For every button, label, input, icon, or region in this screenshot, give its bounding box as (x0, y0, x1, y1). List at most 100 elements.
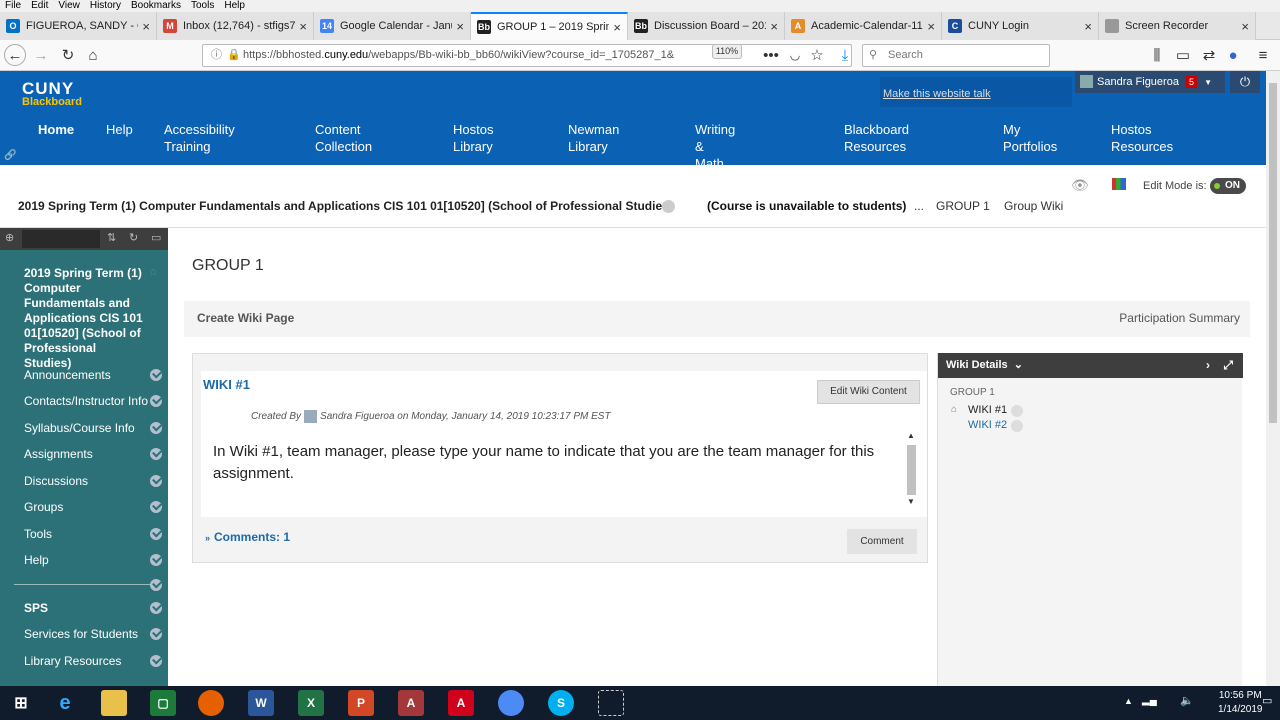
menu-history[interactable]: History (90, 0, 121, 12)
student-preview-icon[interactable]: 👁 (1071, 177, 1089, 194)
close-icon[interactable]: × (927, 19, 935, 34)
books-icon[interactable] (1112, 178, 1126, 190)
reload-button[interactable]: ↻ (57, 44, 79, 66)
breadcrumb-ellipsis[interactable]: ... (914, 199, 924, 213)
nav-hostos-resources[interactable]: Hostos Resources (1111, 121, 1173, 155)
hamburger-menu-icon[interactable]: ≡ (1252, 44, 1274, 66)
scroll-up-icon[interactable]: ▲ (907, 431, 915, 440)
breadcrumb-course[interactable]: 2019 Spring Term (1) Computer Fundamenta… (18, 199, 673, 213)
store-icon[interactable]: ▢ (150, 690, 176, 716)
close-icon[interactable]: × (456, 19, 464, 34)
search-input[interactable]: ⚲ Search (862, 44, 1050, 67)
forward-button[interactable]: → (30, 44, 52, 66)
scroll-thumb[interactable] (1269, 83, 1277, 423)
close-icon[interactable]: × (1084, 19, 1092, 34)
refresh-icon[interactable]: ↻ (129, 231, 138, 244)
chevron-down-icon[interactable] (150, 395, 162, 407)
close-icon[interactable]: × (299, 19, 307, 34)
firefox-icon[interactable] (198, 690, 224, 716)
edit-mode-toggle[interactable]: ON (1210, 178, 1246, 194)
chrome-icon[interactable] (498, 690, 524, 716)
word-icon[interactable]: W (248, 690, 274, 716)
sidebar-item-assignments[interactable]: Assignments (24, 447, 93, 461)
chevron-down-icon[interactable] (150, 448, 162, 460)
extension-icon[interactable]: ● (1222, 44, 1244, 66)
course-menu-title[interactable]: 2019 Spring Term (1) Computer Fundamenta… (24, 266, 146, 371)
logout-icon[interactable]: ⏻ (1230, 71, 1260, 93)
close-icon[interactable]: × (142, 19, 150, 34)
download-icon[interactable]: ⤓ (834, 44, 856, 66)
chevron-down-icon[interactable] (150, 554, 162, 566)
chevron-down-icon[interactable] (150, 655, 162, 667)
sidebar-item-announcements[interactable]: Announcements (24, 368, 111, 382)
chevron-down-icon[interactable] (1011, 405, 1023, 417)
chevron-down-icon[interactable] (150, 528, 162, 540)
sort-icon[interactable]: ⇅ (107, 231, 116, 244)
speaker-icon[interactable]: 🔈 (1180, 694, 1194, 707)
link-icon[interactable]: 🔗 (4, 150, 16, 161)
back-button[interactable]: ← (4, 44, 26, 66)
breadcrumb-group[interactable]: GROUP 1 (936, 199, 990, 213)
chevron-down-icon[interactable] (150, 369, 162, 381)
participation-summary-link[interactable]: Participation Summary (1119, 311, 1240, 325)
chevron-down-icon[interactable] (150, 422, 162, 434)
chevron-down-icon[interactable] (1011, 420, 1023, 432)
close-icon[interactable]: × (1241, 19, 1249, 34)
course-menu-search[interactable] (22, 230, 100, 248)
chevron-down-icon[interactable] (662, 200, 675, 213)
url-bar[interactable]: ⓘ 🔒 https://bbhosted.cuny.edu/webapps/Bb… (202, 44, 852, 67)
home-icon[interactable]: ⌂ (150, 266, 157, 278)
nav-my-portfolios[interactable]: My Portfolios (1003, 121, 1057, 155)
divider-menu-icon[interactable] (150, 579, 162, 591)
edit-wiki-content-button[interactable]: Edit Wiki Content (817, 380, 920, 404)
nav-home[interactable]: Home (38, 121, 74, 138)
close-icon[interactable]: × (770, 19, 778, 34)
wiki-scrollbar[interactable]: ▲ ▼ (905, 431, 917, 507)
menu-tools[interactable]: Tools (191, 0, 214, 12)
sidebar-item-groups[interactable]: Groups (24, 500, 63, 514)
chevron-down-icon[interactable] (150, 602, 162, 614)
expand-icon[interactable]: ⤢ (1223, 358, 1233, 372)
powerpoint-icon[interactable]: P (348, 690, 374, 716)
pocket-icon[interactable]: ◡ (784, 44, 806, 66)
sidebar-item-tools[interactable]: Tools (24, 527, 52, 541)
windows-start-icon[interactable]: ⊞ (8, 690, 34, 716)
network-icon[interactable]: ▂▄ (1142, 695, 1157, 706)
tray-chevron-icon[interactable]: ▲ (1124, 696, 1133, 706)
zoom-indicator[interactable]: 110% (712, 44, 742, 59)
sidebar-item-library-resources[interactable]: Library Resources (24, 654, 121, 668)
sidebar-item-help[interactable]: Help (24, 553, 49, 567)
sidebar-item-services-for-students[interactable]: Services for Students (24, 627, 138, 641)
wiki-details-header[interactable]: Wiki Details ⌄ › ⤢ (938, 353, 1243, 378)
scroll-down-icon[interactable]: ▼ (907, 497, 915, 506)
browser-tab[interactable]: Bb Discussion Board – 2019 S × (628, 12, 785, 40)
excel-icon[interactable]: X (298, 690, 324, 716)
home-button[interactable]: ⌂ (82, 44, 104, 66)
sidebar-item-syllabus-course-info[interactable]: Syllabus/Course Info (24, 421, 135, 435)
collapse-icon[interactable]: › (1206, 358, 1210, 372)
page-scrollbar[interactable] (1266, 71, 1280, 686)
chevron-down-icon[interactable] (150, 501, 162, 513)
browser-tab[interactable]: Bb GROUP 1 – 2019 Spring T × (471, 12, 628, 40)
browser-tab[interactable]: Screen Recorder × (1099, 12, 1256, 40)
menu-edit[interactable]: Edit (31, 0, 48, 12)
close-icon[interactable]: × (613, 20, 621, 35)
browser-tab[interactable]: C CUNY Login × (942, 12, 1099, 40)
system-clock[interactable]: 10:56 PM 1/14/2019 (1218, 689, 1263, 717)
snipping-tool-icon[interactable] (598, 690, 624, 716)
add-icon[interactable]: ⊕ (5, 231, 14, 244)
nav-hostos-library[interactable]: Hostos Library (453, 121, 493, 155)
access-icon[interactable]: A (398, 690, 424, 716)
file-explorer-icon[interactable] (101, 690, 127, 716)
browser-tab[interactable]: A Academic-Calendar-1192 × (785, 12, 942, 40)
nav-accessibility-training[interactable]: Accessibility Training (164, 121, 235, 155)
sync-icon[interactable]: ⇄ (1198, 44, 1220, 66)
menu-bookmarks[interactable]: Bookmarks (131, 0, 181, 12)
create-wiki-page-button[interactable]: Create Wiki Page (197, 311, 294, 325)
sidebar-section-sps[interactable]: SPS (24, 601, 48, 615)
internet-explorer-icon[interactable]: e (52, 690, 78, 716)
sidebar-item-discussions[interactable]: Discussions (24, 474, 88, 488)
skype-icon[interactable]: S (548, 690, 574, 716)
nav-blackboard-resources[interactable]: Blackboard Resources (844, 121, 909, 155)
wiki-link-1[interactable]: WIKI #1 (968, 404, 1007, 416)
